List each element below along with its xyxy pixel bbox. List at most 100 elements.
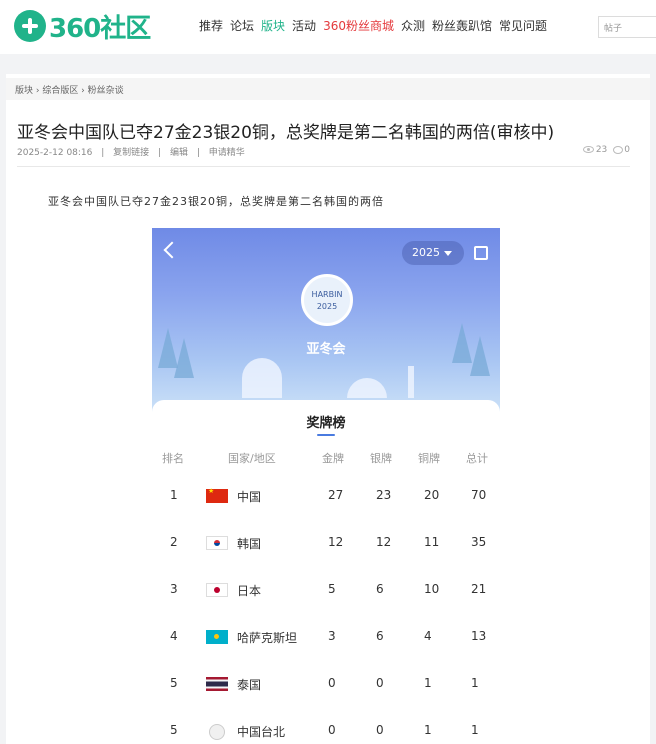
country-name: 韩国 <box>237 537 262 551</box>
flag-icon <box>206 677 228 691</box>
rank-cell: 3 <box>170 582 178 596</box>
country-name: 中国台北 <box>237 725 286 739</box>
flag-icon <box>206 536 228 550</box>
post-title: 亚冬会中国队已夺27金23银20铜，总奖牌是第二名韩国的两倍(审核中) <box>17 123 555 143</box>
silver-cell: 0 <box>376 676 384 690</box>
nav-item-recommend[interactable]: 推荐 <box>199 17 223 34</box>
post-lead-text: 亚冬会中国队已夺27金23银20铜，总奖牌是第二名韩国的两倍 <box>48 195 384 208</box>
meta-separator: | <box>101 148 105 158</box>
post-meta: 2025-2-12 08:16 | 复制链接 | 编辑 | 申请精华 <box>17 145 251 158</box>
nav-item-review[interactable]: 众测 <box>401 17 425 34</box>
nav-item-faq[interactable]: 常见问题 <box>499 17 547 34</box>
country-name: 日本 <box>237 584 262 598</box>
header-silver: 银牌 <box>370 452 392 465</box>
harbin-badge: HARBIN 2025 <box>301 274 353 326</box>
banner-label: 亚冬会 <box>306 342 346 357</box>
total-cell: 13 <box>471 629 487 643</box>
bridge-decoration <box>242 358 282 398</box>
tower-decoration <box>408 366 414 398</box>
bronze-cell: 1 <box>424 723 432 737</box>
post-date: 2025-2-12 08:16 <box>17 148 93 158</box>
total-cell: 1 <box>471 676 479 690</box>
year-select[interactable]: 2025 <box>402 241 464 265</box>
bronze-cell: 11 <box>424 535 440 549</box>
share-icon[interactable] <box>474 246 488 260</box>
badge-line-1: HARBIN <box>311 290 343 299</box>
flag-icon <box>206 487 228 503</box>
silver-cell: 23 <box>376 488 392 502</box>
total-cell: 70 <box>471 488 487 502</box>
nav-item-sections[interactable]: 版块 <box>261 17 285 34</box>
back-icon[interactable] <box>163 241 181 259</box>
nav-item-forum[interactable]: 论坛 <box>230 17 254 34</box>
gold-cell: 0 <box>328 723 336 737</box>
copy-link-button[interactable]: 复制链接 <box>113 148 149 158</box>
total-cell: 21 <box>471 582 487 596</box>
rank-cell: 5 <box>170 723 178 737</box>
gold-cell: 12 <box>328 535 344 549</box>
spacer <box>0 54 656 74</box>
main-nav: 推荐 论坛 版块 活动 360粉丝商城 众测 粉丝轰趴馆 常见问题 <box>199 17 554 34</box>
flag-icon <box>206 630 228 644</box>
search-input[interactable]: 帖子 <box>598 16 656 38</box>
medal-sheet: 奖牌榜 排名 国家/地区 金牌 银牌 铜牌 总计 127232070中国2121… <box>152 400 500 744</box>
silver-cell: 0 <box>376 723 384 737</box>
silver-cell: 12 <box>376 535 392 549</box>
silver-cell: 6 <box>376 629 384 643</box>
sheet-title[interactable]: 奖牌榜 <box>152 412 500 431</box>
silver-cell: 6 <box>376 582 384 596</box>
nav-item-fan-hall[interactable]: 粉丝轰趴馆 <box>432 17 492 34</box>
flag-icon <box>209 724 225 740</box>
gold-cell: 27 <box>328 488 344 502</box>
country-name: 中国 <box>237 490 262 504</box>
flag-icon <box>206 583 228 597</box>
bronze-cell: 20 <box>424 488 440 502</box>
apply-featured-button[interactable]: 申请精华 <box>209 148 245 158</box>
bronze-cell: 1 <box>424 676 432 690</box>
breadcrumb[interactable]: 版块 › 综合版区 › 粉丝杂谈 <box>6 78 650 100</box>
gold-cell: 5 <box>328 582 336 596</box>
year-value: 2025 <box>412 246 440 259</box>
nav-item-mall[interactable]: 360粉丝商城 <box>323 17 394 34</box>
comments-count: 0 <box>624 145 630 155</box>
divider <box>17 166 630 167</box>
comment-icon <box>613 145 624 154</box>
bronze-cell: 10 <box>424 582 440 596</box>
post-card: 版块 › 综合版区 › 粉丝杂谈 亚冬会中国队已夺27金23银20铜，总奖牌是第… <box>6 74 650 744</box>
site-logo[interactable]: 360社区 <box>14 9 164 44</box>
total-cell: 1 <box>471 723 479 737</box>
tab-indicator <box>317 434 335 436</box>
medal-table-screenshot: 2025 HARBIN 2025 亚冬会 奖牌榜 排名 国家/地区 金牌 银牌 … <box>152 228 500 744</box>
country-name: 哈萨克斯坦 <box>237 631 298 645</box>
header-total: 总计 <box>466 452 488 465</box>
gold-cell: 3 <box>328 629 336 643</box>
nav-item-events[interactable]: 活动 <box>292 17 316 34</box>
edit-button[interactable]: 编辑 <box>170 148 188 158</box>
header-country: 国家/地区 <box>228 452 276 465</box>
post-stats: 23 0 <box>582 145 630 155</box>
country-name: 泰国 <box>237 678 262 692</box>
meta-separator: | <box>196 148 200 158</box>
logo-text: 360社区 <box>49 13 151 44</box>
gold-cell: 0 <box>328 676 336 690</box>
meta-separator: | <box>158 148 162 158</box>
top-bar: 360社区 推荐 论坛 版块 活动 360粉丝商城 众测 粉丝轰趴馆 常见问题 … <box>0 0 656 54</box>
header-rank: 排名 <box>162 452 184 465</box>
views-stat: 23 <box>582 145 608 155</box>
app-banner: 2025 HARBIN 2025 亚冬会 <box>152 228 500 418</box>
views-count: 23 <box>595 145 608 155</box>
plus-logo-icon <box>14 10 46 42</box>
rank-cell: 2 <box>170 535 178 549</box>
header-gold: 金牌 <box>322 452 344 465</box>
rank-cell: 1 <box>170 488 178 502</box>
bronze-cell: 4 <box>424 629 432 643</box>
badge-line-2: 2025 <box>316 302 338 311</box>
caret-down-icon <box>444 250 452 256</box>
rank-cell: 4 <box>170 629 178 643</box>
total-cell: 35 <box>471 535 487 549</box>
building-decoration <box>347 378 387 398</box>
header-bronze: 铜牌 <box>418 452 440 465</box>
rank-cell: 5 <box>170 676 178 690</box>
eye-icon <box>582 146 594 153</box>
comments-stat: 0 <box>613 145 630 155</box>
